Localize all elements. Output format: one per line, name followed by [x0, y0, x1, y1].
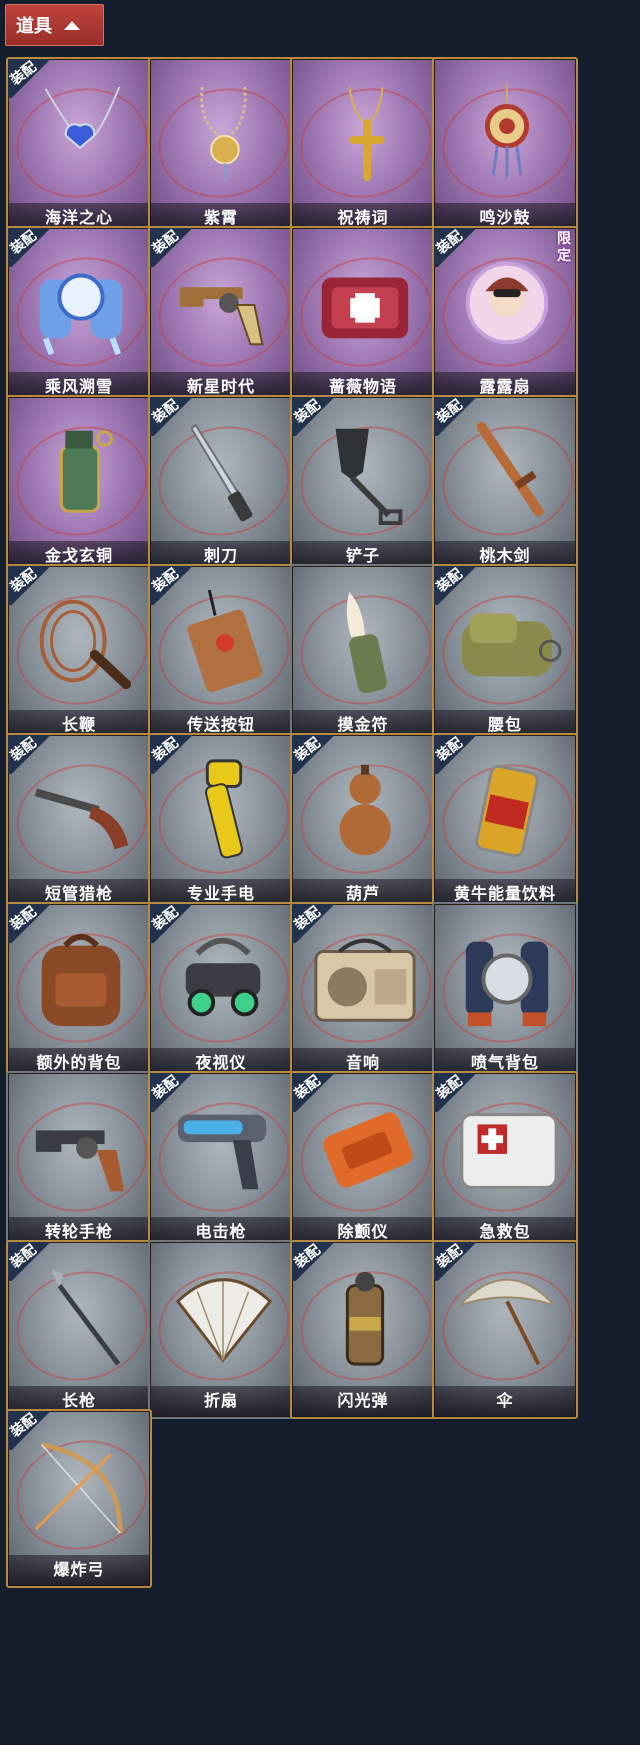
- equipped-badge-label: 装配: [7, 565, 39, 595]
- equipped-badge: 装配: [433, 1072, 485, 1112]
- equipped-badge: 装配: [433, 565, 485, 605]
- equipped-badge: 装配: [149, 565, 201, 605]
- item-card[interactable]: 装配 爆炸弓: [6, 1409, 152, 1588]
- item-grid: 装配 海洋之心 紫霄 祝祷词 鸣沙鼓 装配 乘风溯雪 装配 新星时代 蔷薇物语 装配 限定 露露扇 金戈玄…: [6, 57, 636, 1743]
- item-card[interactable]: 装配 桃木剑: [432, 395, 578, 574]
- equipped-badge-label: 装配: [291, 1241, 323, 1271]
- equipped-badge: 装配: [433, 1241, 485, 1281]
- equipped-badge: 装配: [7, 58, 59, 98]
- equipped-badge: 装配: [291, 734, 343, 774]
- beaded-pendant-icon: [168, 79, 278, 189]
- equipped-badge: 装配: [7, 903, 59, 943]
- item-card[interactable]: 装配 额外的背包: [6, 902, 152, 1081]
- item-card[interactable]: 装配 黄牛能量饮料: [432, 733, 578, 912]
- equipped-badge-label: 装配: [149, 903, 181, 933]
- item-card[interactable]: 摸金符: [290, 564, 436, 743]
- equipped-badge: 装配: [291, 1072, 343, 1112]
- item-card[interactable]: 蔷薇物语: [290, 226, 436, 405]
- item-card[interactable]: 装配 短管猎枪: [6, 733, 152, 912]
- grenade-icon: [26, 417, 136, 527]
- item-card[interactable]: 装配 长鞭: [6, 564, 152, 743]
- equipped-badge-label: 装配: [291, 1072, 323, 1102]
- folding-fan-icon: [168, 1262, 278, 1372]
- equipped-badge-label: 装配: [433, 565, 465, 595]
- jetpack-icon: [452, 924, 562, 1034]
- drum-charm-icon: [452, 79, 562, 189]
- item-card[interactable]: 折扇: [148, 1240, 294, 1419]
- item-name: 闪光弹: [292, 1386, 434, 1417]
- item-name: 爆炸弓: [8, 1555, 150, 1586]
- equipped-badge-label: 装配: [149, 227, 181, 257]
- equipped-badge-label: 装配: [149, 1072, 181, 1102]
- equipped-badge: 装配: [291, 1241, 343, 1281]
- item-card[interactable]: 装配 音响: [290, 902, 436, 1081]
- equipped-badge-label: 装配: [7, 1241, 39, 1271]
- revolver-gray-icon: [26, 1093, 136, 1203]
- equipped-badge: 装配: [7, 227, 59, 267]
- item-card[interactable]: 装配 刺刀: [148, 395, 294, 574]
- equipped-badge-label: 装配: [7, 734, 39, 764]
- category-tab-items[interactable]: 道具: [5, 4, 104, 46]
- equipped-badge-label: 装配: [433, 1072, 465, 1102]
- item-card[interactable]: 装配 葫芦: [290, 733, 436, 912]
- tooth-charm-icon: [310, 586, 420, 696]
- equipped-badge-label: 装配: [433, 227, 465, 257]
- equipped-badge-label: 装配: [433, 734, 465, 764]
- item-card[interactable]: 祝祷词: [290, 57, 436, 236]
- equipped-badge-label: 装配: [149, 396, 181, 426]
- equipped-badge: 装配: [149, 227, 201, 267]
- equipped-badge-label: 装配: [291, 903, 323, 933]
- equipped-badge: 装配: [7, 565, 59, 605]
- equipped-badge-label: 装配: [7, 1410, 39, 1440]
- item-card[interactable]: 装配 限定 露露扇: [432, 226, 578, 405]
- equipped-badge: 装配: [7, 734, 59, 774]
- item-card[interactable]: 装配 传送按钮: [148, 564, 294, 743]
- item-name: 折扇: [150, 1386, 292, 1417]
- medical-box-icon: [310, 248, 420, 358]
- item-card[interactable]: 装配 闪光弹: [290, 1240, 436, 1419]
- item-card[interactable]: 装配 乘风溯雪: [6, 226, 152, 405]
- item-card[interactable]: 喷气背包: [432, 902, 578, 1081]
- item-card[interactable]: 装配 急救包: [432, 1071, 578, 1250]
- equipped-badge-label: 装配: [7, 227, 39, 257]
- item-card[interactable]: 紫霄: [148, 57, 294, 236]
- limited-tag: 限定: [557, 230, 571, 263]
- collapse-caret-icon[interactable]: [64, 20, 80, 30]
- equipped-badge-label: 装配: [149, 734, 181, 764]
- equipped-badge-label: 装配: [7, 58, 39, 88]
- equipped-badge: 装配: [291, 396, 343, 436]
- equipped-badge-label: 装配: [149, 565, 181, 595]
- equipped-badge: 装配: [149, 1072, 201, 1112]
- item-card[interactable]: 装配 铲子: [290, 395, 436, 574]
- equipped-badge: 装配: [149, 903, 201, 943]
- equipped-badge-label: 装配: [291, 734, 323, 764]
- equipped-badge: 装配: [149, 396, 201, 436]
- item-card[interactable]: 金戈玄铜: [6, 395, 152, 574]
- equipped-badge: 装配: [291, 903, 343, 943]
- equipped-badge-label: 装配: [433, 1241, 465, 1271]
- item-card[interactable]: 装配 除颤仪: [290, 1071, 436, 1250]
- equipped-badge-label: 装配: [433, 396, 465, 426]
- item-card[interactable]: 装配 长枪: [6, 1240, 152, 1419]
- item-card[interactable]: 装配伞: [432, 1240, 578, 1419]
- equipped-badge-label: 装配: [291, 396, 323, 426]
- equipped-badge: 装配: [433, 734, 485, 774]
- equipped-badge-label: 装配: [7, 903, 39, 933]
- item-card[interactable]: 装配 电击枪: [148, 1071, 294, 1250]
- equipped-badge: 装配: [433, 227, 485, 267]
- item-card[interactable]: 装配 新星时代: [148, 226, 294, 405]
- equipped-badge: 装配: [433, 396, 485, 436]
- item-card[interactable]: 装配 专业手电: [148, 733, 294, 912]
- equipped-badge: 装配: [7, 1410, 59, 1450]
- item-card[interactable]: 装配 海洋之心: [6, 57, 152, 236]
- item-card[interactable]: 转轮手枪: [6, 1071, 152, 1250]
- item-card[interactable]: 装配 腰包: [432, 564, 578, 743]
- category-tab-label: 道具: [16, 16, 52, 36]
- equipped-badge: 装配: [7, 1241, 59, 1281]
- item-card[interactable]: 装配 夜视仪: [148, 902, 294, 1081]
- equipped-badge: 装配: [149, 734, 201, 774]
- item-card[interactable]: 鸣沙鼓: [432, 57, 578, 236]
- item-name: 伞: [434, 1386, 576, 1417]
- cross-pendant-icon: [310, 79, 420, 189]
